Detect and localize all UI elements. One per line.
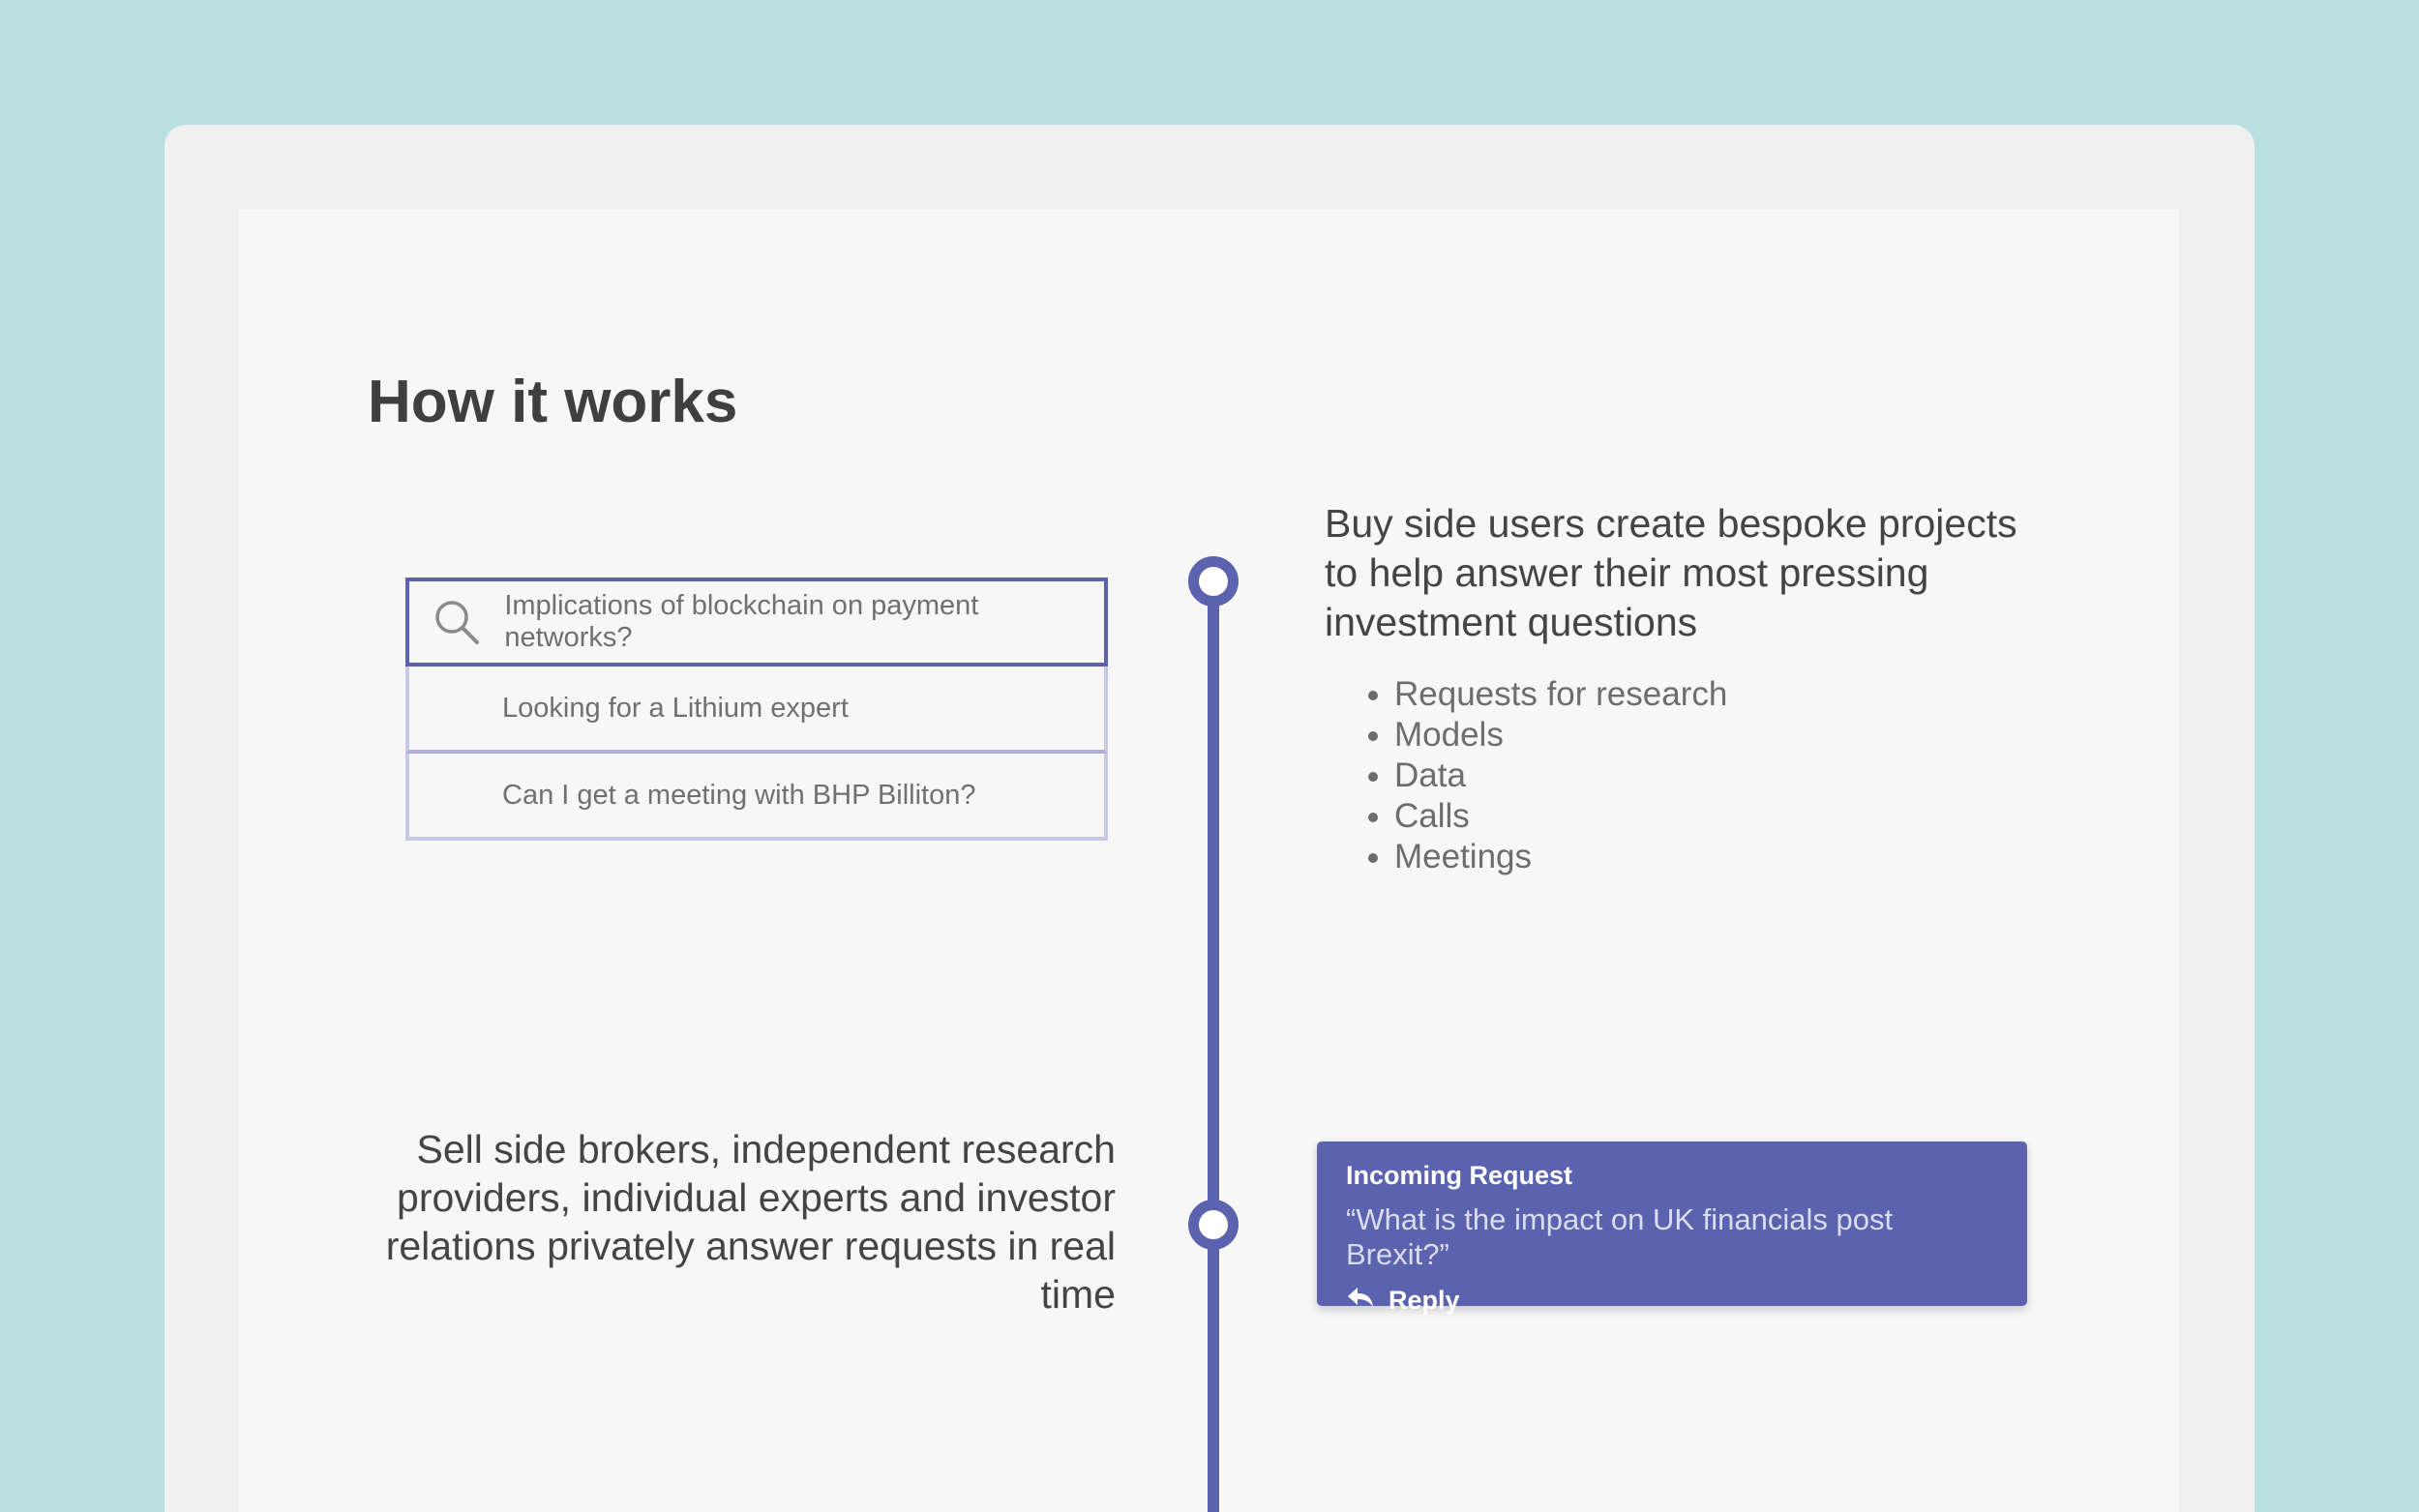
device-frame: How it works Implications of blockchain … — [164, 125, 2255, 1512]
timeline-node — [1188, 556, 1239, 607]
list-item: Meetings — [1394, 837, 2021, 877]
timeline-node — [1188, 1200, 1239, 1250]
card-label: Incoming Request — [1346, 1161, 1573, 1190]
incoming-request-card: Incoming Request “What is the impact on … — [1317, 1141, 2027, 1315]
search-input[interactable]: Implications of blockchain on payment ne… — [405, 578, 1108, 667]
suggestion-item[interactable]: Can I get a meeting with BHP Billiton? — [405, 754, 1108, 841]
reply-button[interactable]: Reply — [1346, 1286, 1998, 1316]
list-item: Calls — [1394, 796, 2021, 837]
list-item: Data — [1394, 756, 2021, 796]
list-item: Models — [1394, 715, 2021, 756]
step-one-list: Requests for research Models Data Calls … — [1325, 674, 2021, 877]
search-demo: Implications of blockchain on payment ne… — [405, 578, 1108, 841]
suggestion-item[interactable]: Looking for a Lithium expert — [405, 667, 1108, 754]
timeline-line — [1208, 582, 1219, 1512]
step-one-heading: Buy side users create bespoke projects t… — [1325, 501, 2017, 644]
search-icon — [409, 597, 504, 647]
list-item: Requests for research — [1394, 674, 2021, 715]
reply-label: Reply — [1389, 1286, 1460, 1315]
card-quote: “What is the impact on UK financials pos… — [1346, 1202, 1894, 1271]
page-content: How it works Implications of blockchain … — [239, 210, 2179, 1512]
step-two-heading: Sell side brokers, independent research … — [385, 1127, 1116, 1317]
search-query-text: Implications of blockchain on payment ne… — [504, 590, 979, 653]
page-title: How it works — [368, 369, 738, 435]
reply-arrow-icon — [1346, 1286, 1375, 1316]
step-one: Buy side users create bespoke projects t… — [1325, 499, 2021, 877]
